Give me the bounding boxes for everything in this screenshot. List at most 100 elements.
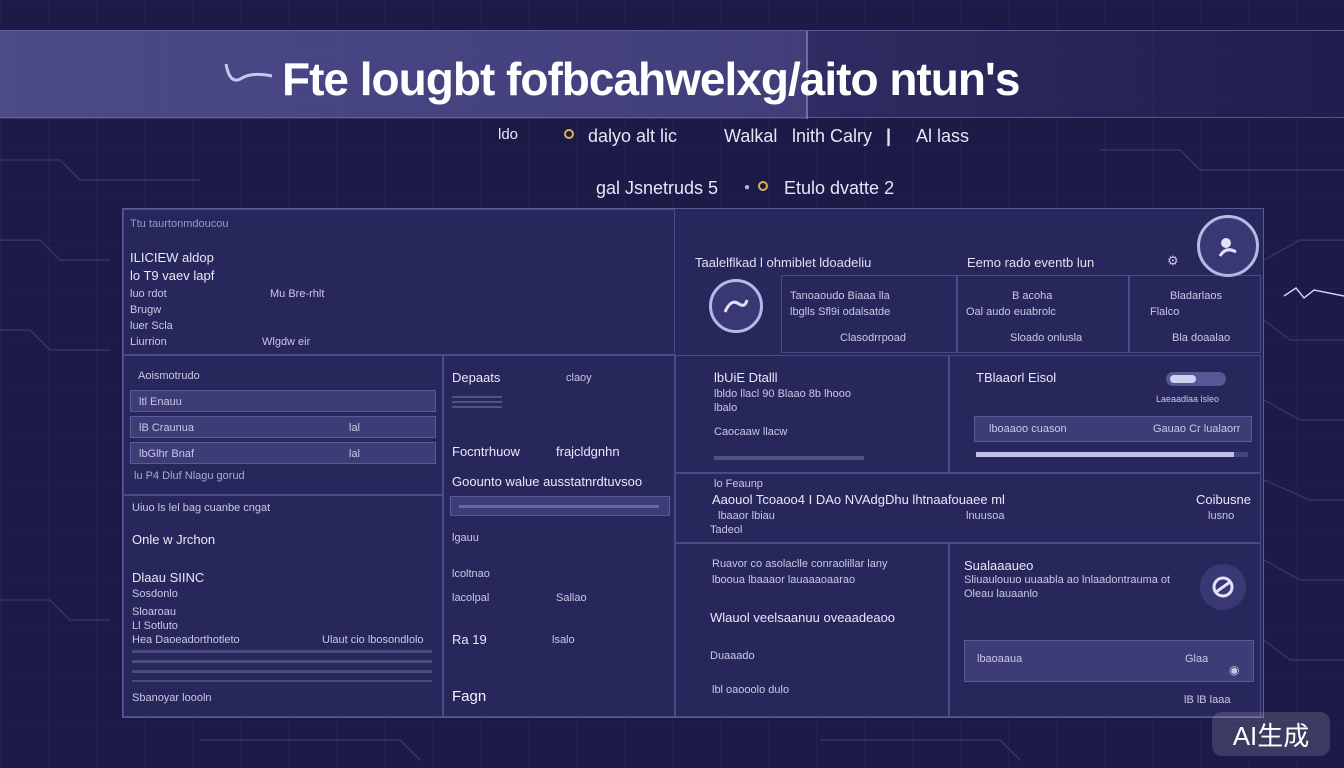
middle-value: lsalo (552, 634, 575, 646)
settings-icon[interactable]: ⚙ (1167, 253, 1179, 269)
middle-footer: Fagn (452, 688, 487, 705)
card-line: Oal audo euabrolc (966, 306, 1056, 318)
middle-label: lacolpal (452, 592, 490, 604)
side-section: Sualaaaueo Sliuaulouuo uuaabla ao lnlaad… (949, 543, 1261, 717)
headline-mid: lnuusoa (966, 510, 1005, 522)
info-line: Onle w Jrchon (132, 532, 216, 547)
list-item[interactable]: lB Craunua lal (130, 416, 436, 438)
info-line: ILICIEW aldop (130, 250, 214, 265)
list-item-label: lbGlhr Bnaf (139, 448, 195, 460)
left-lower-section: Uiuo ls lel bag cuanbe cngat Onle w Jrch… (123, 495, 443, 717)
status-line: Laeaadlaa lsleo (1156, 394, 1220, 404)
card-foot: Sloado onlusla (1010, 332, 1083, 344)
right-header-left: Taalelflkad l ohmiblet ldoadeliu (695, 255, 872, 270)
side-row[interactable]: lbaoaaua Glaa ◉ (964, 640, 1254, 682)
headline-right: lusno (1208, 510, 1235, 522)
side-line: Sliuaulouuo uuaabla ao lnlaadontrauma ot (964, 574, 1171, 586)
list-footer: lu P4 Dluf Nlagu gorud (134, 470, 245, 482)
page-title: Fte lougbt fofbcahwelxg/aito ntun's (282, 53, 1020, 105)
card-title: Bladarlaos (1170, 290, 1222, 302)
status-section: TBlaaorl Eisol Laeaadlaa lsleo lboaaoo c… (949, 355, 1261, 473)
subtitle-row-2: gal Jsnetruds 5 ● Etulo dvatte 2 (0, 178, 1344, 202)
info-line: Ll Sotluto (132, 620, 178, 632)
text-line (459, 505, 659, 508)
headline-tag: lo Feaunp (714, 478, 763, 490)
dashboard-panel: Ttu taurtonmdoucou ILICIEW aldop lo T9 v… (122, 208, 1264, 718)
info-line: Dlaau SIINC (132, 570, 205, 585)
middle-value: Sallao (556, 592, 587, 604)
side-foot: lB lB laaa (1184, 694, 1231, 706)
description-text: Wlauol veelsaanuu oveaadeaoo (710, 610, 896, 625)
card-title: Tanoaoudo Biaaa lla (790, 290, 890, 302)
middle-value: frajcldgnhn (556, 444, 620, 459)
list-item[interactable]: ltl Enauu (130, 390, 436, 412)
info-line: Ulaut cio lbosondlolo (322, 634, 424, 646)
right-header-right: Eemo rado eventb lun (967, 255, 1095, 270)
status-toggle[interactable] (1166, 372, 1226, 386)
list-item-value: lal (349, 422, 361, 434)
middle-label: lgauu (452, 532, 479, 544)
info-line: Hea Daoeadorthotleto (132, 634, 240, 646)
info-meta: Wlgdw eir (262, 336, 311, 348)
info-card[interactable]: Tanoaoudo Biaaa lla lbglls Sfl9i odalsat… (781, 275, 957, 353)
progress-bar (976, 452, 1248, 457)
description-label: Duaaado (710, 650, 755, 662)
info-line: Sloaroau (132, 606, 177, 618)
info-line: Liurrion (130, 336, 167, 348)
chart-icon[interactable] (1200, 564, 1246, 610)
progress-fill (976, 452, 1235, 457)
list-item-label: lB Craunua (139, 422, 195, 434)
info-line: Brugw (130, 304, 162, 316)
subtitle-item: lnith Calry (792, 126, 873, 146)
list-item-value: lal (349, 448, 361, 460)
card-foot: Bla doaalao (1172, 332, 1231, 344)
separator-icon: | (886, 126, 892, 146)
list-item[interactable]: lbGlhr Bnaf lal (130, 442, 436, 464)
headline-right: Coibusne (1196, 492, 1251, 507)
wave-icon (224, 63, 273, 82)
headline-text: Aaouol Tcoaoo4 I DAo NVAdgDhu lhtnaafoua… (712, 492, 1005, 507)
info-card[interactable]: B acoha Oal audo euabrolc Sloado onlusla (957, 275, 1129, 353)
detail-title: lbUiE Dtalll (714, 370, 778, 385)
progress-label: lboaaoo cuason (989, 423, 1067, 435)
ai-watermark: AI生成 (1212, 712, 1330, 756)
left-list-section: Aoismotrudo ltl Enauu lB Craunua lal lbG… (123, 355, 443, 495)
text-line (714, 456, 864, 460)
left-top-section: Ttu taurtonmdoucou ILICIEW aldop lo T9 v… (123, 209, 675, 355)
subtitle-item: gal Jsnetruds 5 (596, 178, 719, 198)
side-line: Oleau lauaanlo (964, 588, 1039, 600)
middle-caption: Goounto walue ausstatnrdtuvsoo (452, 474, 643, 489)
detail-line: lbalo (714, 402, 738, 414)
profile-icon[interactable] (709, 279, 763, 333)
subtitle-row-1: ldo dalyo alt lic Walkal lnith Calry | A… (0, 126, 1344, 150)
dot-icon: ● (744, 182, 751, 193)
text-lines-placeholder (452, 396, 502, 408)
description-line: lbl oaooolo dulo (712, 684, 790, 696)
subtitle-item: dalyo alt lic (588, 126, 678, 146)
middle-caption: lcoltnao (452, 568, 490, 580)
info-line: luo rdot (130, 288, 167, 300)
middle-label: Focntrhuow (452, 444, 520, 459)
section-tag: Ttu taurtonmdoucou (130, 218, 229, 230)
headline-sub: lbaaor lbiau (718, 510, 775, 522)
arrow-icon[interactable]: ◉ (1229, 663, 1239, 677)
status-title: TBlaaorl Eisol (976, 370, 1057, 385)
side-title: Sualaaaueo (964, 558, 1034, 573)
middle-label: Ra 19 (452, 632, 487, 647)
detail-section: lbUiE Dtalll lbldo llacl 90 Blaao 8b lho… (675, 355, 949, 473)
headline-sub: Tadeol (710, 524, 743, 536)
middle-value: claoy (566, 372, 592, 384)
progress-right: Gauao Cr lualaorr (1153, 423, 1241, 435)
middle-label: Depaats (452, 370, 501, 385)
progress-row[interactable]: lboaaoo cuason Gauao Cr lualaorr (974, 416, 1252, 442)
side-foot-label: lbaoaaua (977, 653, 1023, 665)
info-line: Uiuo ls lel bag cuanbe cngat (132, 502, 271, 514)
info-line: Sbanoyar loooln (132, 692, 212, 704)
user-avatar-icon[interactable] (1197, 215, 1259, 277)
list-item[interactable] (450, 496, 670, 516)
card-line: Flalco (1150, 306, 1180, 318)
headline-section: lo Feaunp Aaouol Tcoaoo4 I DAo NVAdgDhu … (675, 473, 1261, 543)
text-lines-placeholder (132, 650, 432, 682)
list-header: Aoismotrudo (138, 370, 200, 382)
info-card[interactable]: Bladarlaos Flalco Bla doaalao (1129, 275, 1261, 353)
